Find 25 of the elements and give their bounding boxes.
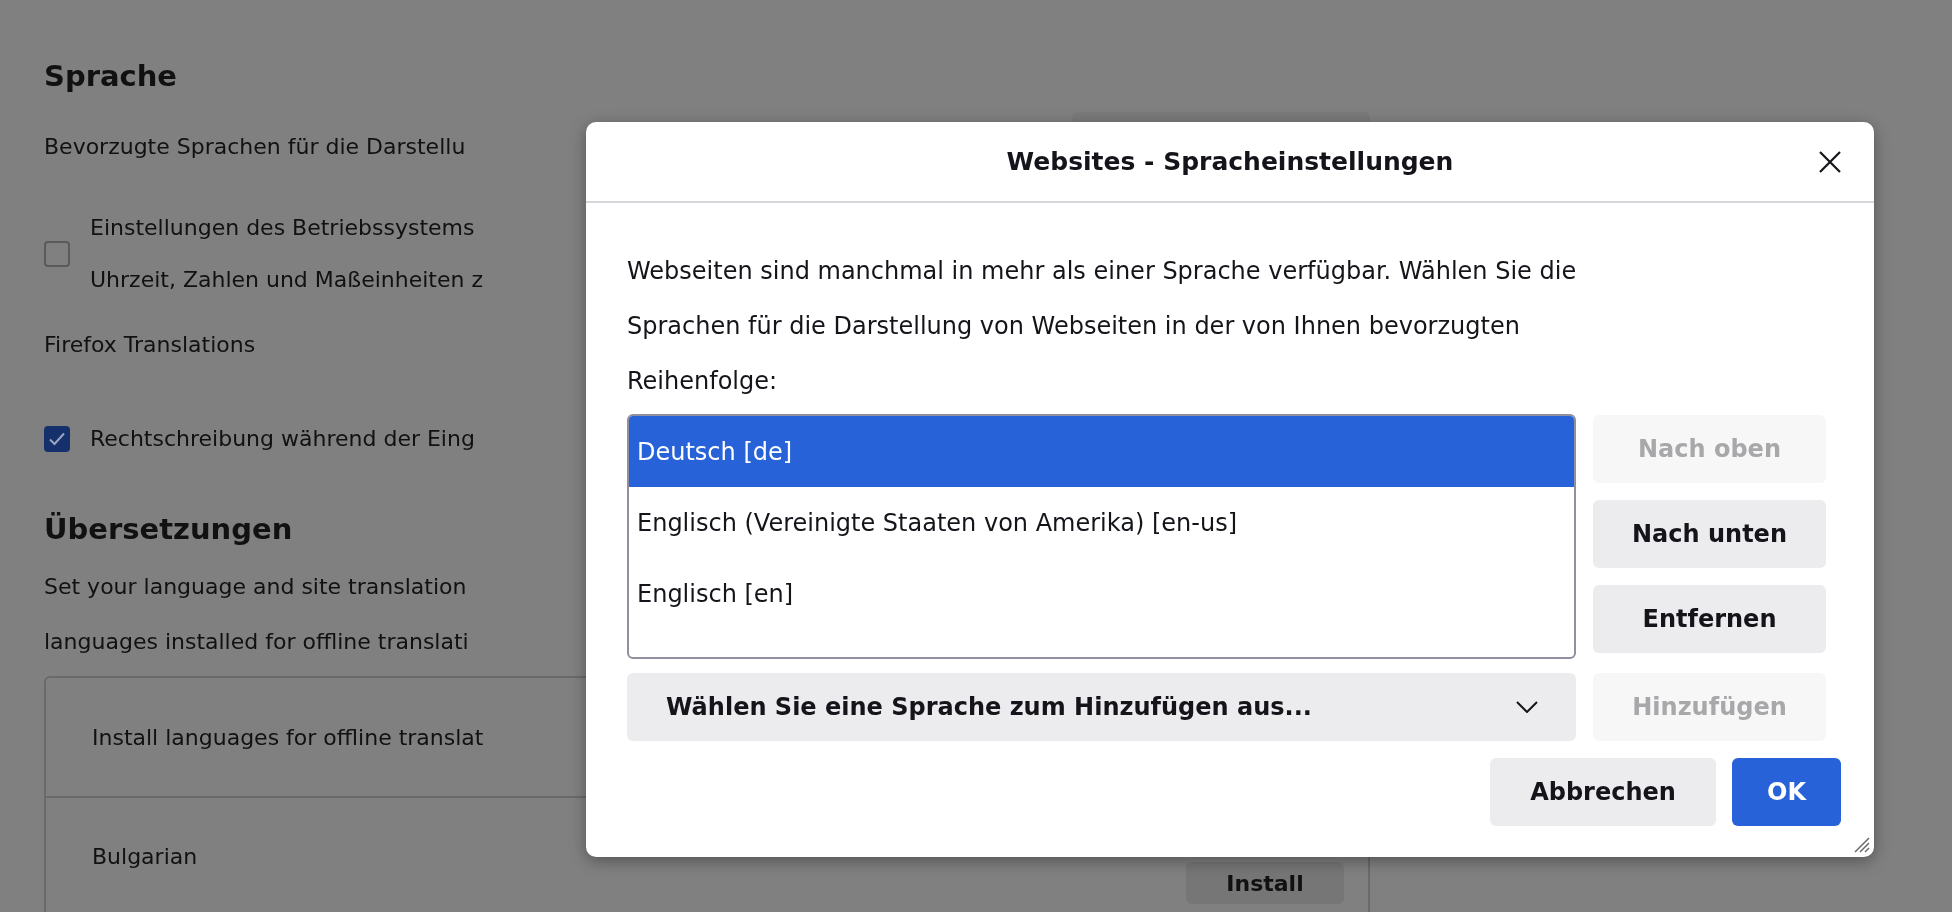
checkbox[interactable] — [44, 426, 70, 452]
language-list-item[interactable]: Englisch (Vereinigte Staaten von Amerika) [en-us] — [629, 487, 1574, 558]
offline-language-row-text: Install languages for offline translat — [92, 723, 484, 752]
offline-language-row-text: Bulgarian — [92, 842, 198, 871]
chevron-down-icon — [1516, 701, 1538, 713]
translations-description: Set your language and site translation languages installed for offline translati — [44, 573, 469, 656]
checkbox[interactable] — [44, 241, 70, 267]
dialog-description: Webseiten sind manchmal in mehr als einer Sprache verfügbar. Wählen Sie die Sprachen für die Darstellung von Webseiten in der von Ihnen bevorzugten Reihenfolge: — [627, 256, 1578, 397]
cancel-button[interactable]: Abbrechen — [1490, 758, 1716, 826]
language-list-item[interactable]: Deutsch [de] — [629, 416, 1574, 487]
install-button[interactable]: Install — [1186, 862, 1344, 904]
section-heading: Übersetzungen — [44, 511, 293, 548]
list-action-button[interactable]: Nach unten — [1593, 500, 1826, 568]
translations-label: Firefox Translations — [44, 331, 256, 359]
preferred-languages-text: Bevorzugte Sprachen für die Darstellu — [44, 134, 466, 160]
section-heading: Sprache — [44, 58, 178, 95]
dialog-title: Websites - Spracheinstellungen — [1006, 145, 1454, 178]
language-select[interactable]: Wählen Sie eine Sprache zum Hinzufügen aus... — [627, 673, 1576, 741]
close-icon — [1818, 150, 1842, 174]
list-action-button[interactable]: Entfernen — [1593, 585, 1826, 653]
os-settings-label: Einstellungen des Betriebssystems Uhrzeit, Zahlen und Maßeinheiten z — [90, 214, 483, 294]
ok-button[interactable]: OK — [1732, 758, 1841, 826]
language-list[interactable]: Deutsch [de] Englisch (Vereinigte Staaten von Amerika) [en-us] Englisch [en] — [627, 414, 1576, 659]
spellcheck-label: Rechtschreibung während der Eing — [90, 425, 475, 453]
language-list-item[interactable]: Englisch [en] — [629, 558, 1574, 629]
